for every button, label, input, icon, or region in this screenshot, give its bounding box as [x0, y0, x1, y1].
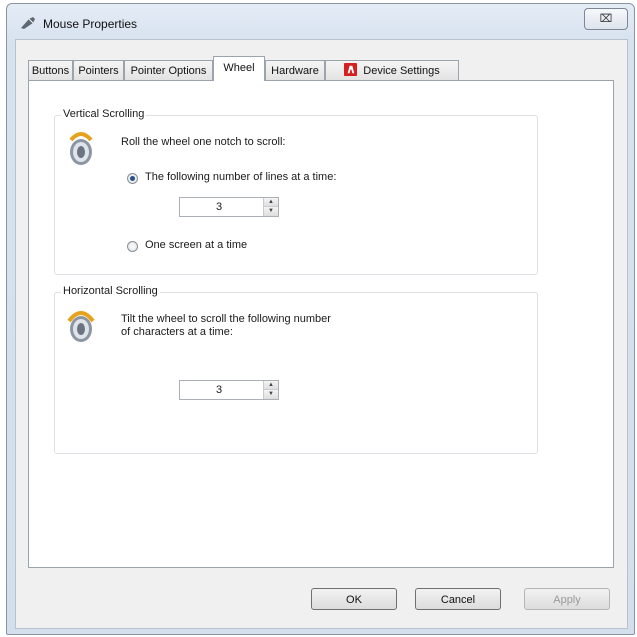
lines-at-a-time-radio[interactable] [127, 173, 138, 184]
horizontal-scrolling-group: Horizontal Scrolling Tilt the wheel to s… [54, 285, 538, 454]
spin-down-icon[interactable]: ▼ [264, 390, 278, 399]
tab-hardware[interactable]: Hardware [265, 60, 325, 80]
lines-at-a-time-label[interactable]: The following number of lines at a time: [145, 171, 336, 183]
lines-spinbox[interactable]: 3 ▲ ▼ [179, 197, 279, 217]
lines-value[interactable]: 3 [180, 198, 258, 216]
horizontal-scrolling-label: Horizontal Scrolling [61, 285, 160, 297]
spin-up-icon[interactable]: ▲ [264, 198, 278, 207]
cancel-button[interactable]: Cancel [415, 588, 501, 610]
lines-spin-buttons: ▲ ▼ [263, 198, 278, 216]
mouse-pointer-icon [21, 17, 35, 29]
tab-pointers[interactable]: Pointers [73, 60, 124, 80]
tab-label: Wheel [223, 62, 255, 74]
apply-button[interactable]: Apply [524, 588, 610, 610]
vertical-instruction: Roll the wheel one notch to scroll: [121, 136, 286, 148]
chars-value[interactable]: 3 [180, 381, 258, 399]
tab-wheel[interactable]: Wheel [213, 56, 265, 81]
tab-buttons[interactable]: Buttons [28, 60, 73, 80]
window-title: Mouse Properties [43, 17, 138, 31]
close-icon: ⌧ [599, 13, 613, 25]
spin-down-icon[interactable]: ▼ [264, 207, 278, 216]
one-screen-radio[interactable] [127, 241, 138, 252]
tab-label: Hardware [271, 65, 319, 77]
tab-label: Device Settings [363, 65, 440, 77]
chars-spinbox[interactable]: 3 ▲ ▼ [179, 380, 279, 400]
ok-button[interactable]: OK [311, 588, 397, 610]
spin-up-icon[interactable]: ▲ [264, 381, 278, 390]
horizontal-instruction-line1: Tilt the wheel to scroll the following n… [121, 313, 331, 325]
title-bar[interactable]: Mouse Properties [7, 4, 634, 40]
close-button[interactable]: ⌧ [584, 8, 628, 30]
vertical-scrolling-group: Vertical Scrolling Roll the wheel one no… [54, 108, 538, 275]
vertical-scrolling-label: Vertical Scrolling [61, 108, 147, 120]
device-settings-icon [344, 63, 358, 76]
wheel-tab-panel: Vertical Scrolling Roll the wheel one no… [28, 80, 614, 568]
tab-device-settings[interactable]: Device Settings [325, 60, 459, 80]
mouse-tilt-wheel-icon [67, 311, 95, 342]
horizontal-instruction-line2: of characters at a time: [121, 326, 233, 338]
mouse-wheel-icon [69, 132, 93, 165]
tab-label: Buttons [31, 65, 70, 77]
one-screen-label[interactable]: One screen at a time [145, 239, 247, 251]
tab-label: Pointers [78, 65, 119, 77]
chars-spin-buttons: ▲ ▼ [263, 381, 278, 399]
tab-pointer-options[interactable]: Pointer Options [124, 60, 213, 80]
tab-label: Pointer Options [130, 65, 207, 77]
